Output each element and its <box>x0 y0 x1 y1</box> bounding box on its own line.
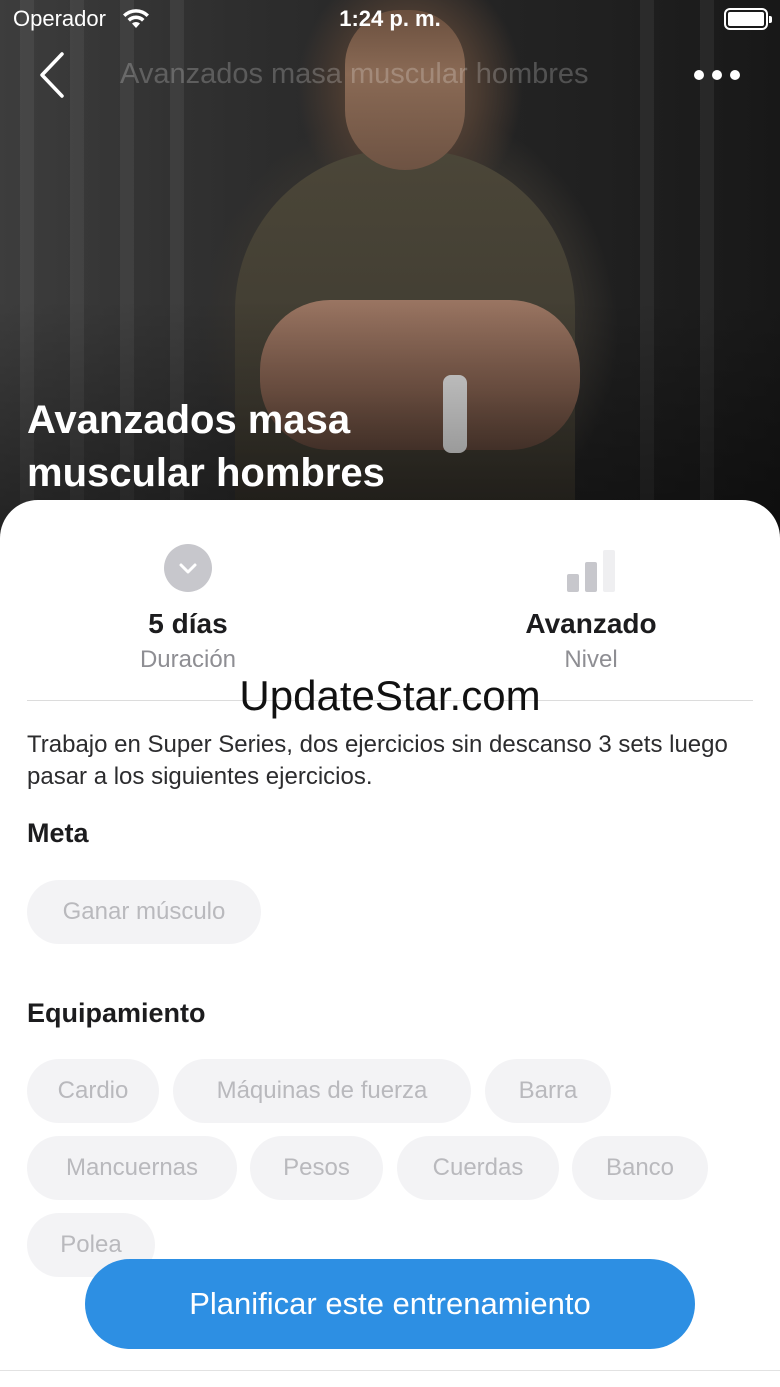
duration-stat: 5 días Duración <box>38 544 338 674</box>
equipment-chip-weights[interactable]: Pesos <box>250 1136 383 1200</box>
clock-icon <box>164 544 212 592</box>
workout-title: Avanzados masa muscular hombres <box>27 398 385 495</box>
bottom-divider <box>0 1370 780 1371</box>
duration-value: 5 días <box>148 608 228 639</box>
goal-section-title: Meta <box>27 818 89 848</box>
signal-bars-icon <box>565 544 617 592</box>
equipment-chip-strength-machines[interactable]: Máquinas de fuerza <box>173 1059 471 1123</box>
status-bar: Operador 1:24 p. m. <box>0 0 780 40</box>
watermark: UpdateStar.com <box>239 672 541 719</box>
clock-time: 1:24 p. m. <box>339 6 441 31</box>
goal-chip[interactable]: Ganar músculo <box>27 880 261 944</box>
more-options-icon[interactable] <box>694 62 740 88</box>
plan-workout-button[interactable]: Planificar este entrenamiento <box>85 1259 695 1349</box>
duration-label: Duración <box>139 646 237 673</box>
level-value: Avanzado <box>525 608 657 639</box>
workout-description: Trabajo en Super Series, dos ejercicios … <box>27 731 728 790</box>
level-stat: Avanzado Nivel <box>441 544 741 674</box>
battery-icon <box>724 8 772 30</box>
back-chevron-icon[interactable] <box>34 50 74 100</box>
equipment-chip-ropes[interactable]: Cuerdas <box>397 1136 559 1200</box>
equipment-chip-bench[interactable]: Banco <box>572 1136 708 1200</box>
equipment-chip-cardio[interactable]: Cardio <box>27 1059 159 1123</box>
equipment-chip-barbell[interactable]: Barra <box>485 1059 611 1123</box>
nav-title: Avanzados masa muscular hombres <box>120 58 589 90</box>
equipment-section-title: Equipamiento <box>27 998 206 1028</box>
equipment-chip-dumbbells[interactable]: Mancuernas <box>27 1136 237 1200</box>
level-label: Nivel <box>564 646 618 673</box>
